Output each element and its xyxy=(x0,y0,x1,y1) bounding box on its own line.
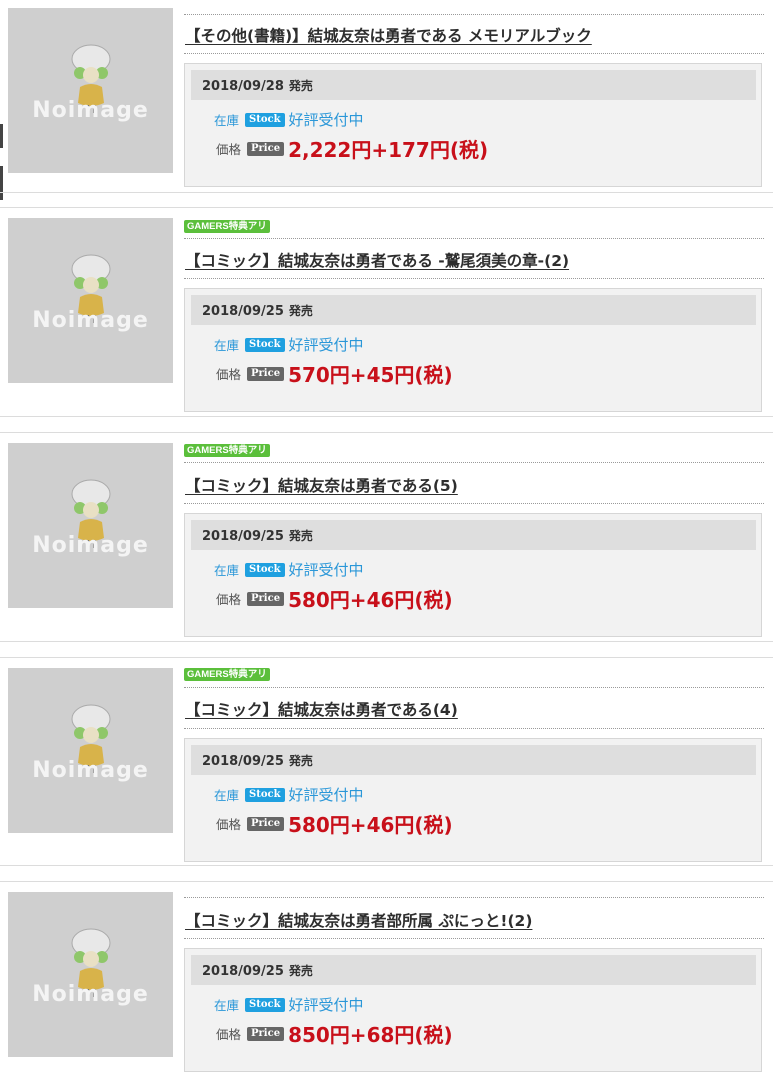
left-edge-fragment xyxy=(0,166,3,200)
stock-label: 在庫 xyxy=(214,563,240,578)
price-value: 570円+45円(税) xyxy=(288,363,453,387)
divider xyxy=(184,728,764,729)
product-thumbnail[interactable]: Noimage xyxy=(8,668,173,833)
product-thumbnail[interactable]: Noimage xyxy=(8,892,173,1057)
price-label: 価格 xyxy=(216,592,242,607)
item-separator xyxy=(0,641,773,642)
product-info-box: 2018/09/25 発売 在庫 Stock 好評受付中 価格 Price 580円+46… xyxy=(184,513,762,637)
price-label: 価格 xyxy=(216,367,242,382)
stock-row: 在庫 Stock 好評受付中 xyxy=(214,784,364,804)
price-tag: Price xyxy=(247,366,285,381)
stock-status: 好評受付中 xyxy=(288,336,364,354)
product-info-box: 2018/09/25 発売 在庫 Stock 好評受付中 価格 Price 570円+45… xyxy=(184,288,762,412)
release-date: 2018/09/25 発売 xyxy=(202,529,313,544)
stock-status: 好評受付中 xyxy=(288,561,364,579)
stock-label: 在庫 xyxy=(214,998,240,1013)
price-row: 価格 Price 2,222円+177円(税) xyxy=(216,134,488,162)
release-date-bar: 2018/09/25 発売 xyxy=(191,745,756,775)
no-image-label: Noimage xyxy=(32,982,149,1007)
divider xyxy=(184,503,764,504)
product-thumbnail[interactable]: Noimage xyxy=(8,443,173,608)
price-value: 850円+68円(税) xyxy=(288,1023,453,1047)
left-edge-fragment xyxy=(0,124,3,148)
product-thumbnail[interactable]: Noimage xyxy=(8,218,173,383)
stock-tag: Stock xyxy=(245,337,285,352)
stock-label: 在庫 xyxy=(214,338,240,353)
price-tag: Price xyxy=(247,1026,285,1041)
product-info-box: 2018/09/25 発売 在庫 Stock 好評受付中 価格 Price 580円+46… xyxy=(184,738,762,862)
release-date-bar: 2018/09/25 発売 xyxy=(191,295,756,325)
divider xyxy=(184,238,764,239)
price-label: 価格 xyxy=(216,142,242,157)
stock-label: 在庫 xyxy=(214,788,240,803)
price-tag: Price xyxy=(247,591,285,606)
gamers-bonus-badge: GAMERS特典アリ xyxy=(184,668,270,681)
no-image-label: Noimage xyxy=(32,533,149,558)
release-date: 2018/09/25 発売 xyxy=(202,964,313,979)
item-separator xyxy=(0,657,773,658)
gamers-bonus-badge: GAMERS特典アリ xyxy=(184,444,270,457)
divider xyxy=(184,278,764,279)
product-title-link[interactable]: 【コミック】結城友奈は勇者部所属 ぷにっと!(2) xyxy=(185,909,532,931)
price-value: 2,222円+177円(税) xyxy=(288,138,489,162)
stock-tag: Stock xyxy=(245,787,285,802)
stock-row: 在庫 Stock 好評受付中 xyxy=(214,334,364,354)
release-date-bar: 2018/09/25 発売 xyxy=(191,955,756,985)
divider xyxy=(184,938,764,939)
price-label: 価格 xyxy=(216,1027,242,1042)
price-row: 価格 Price 850円+68円(税) xyxy=(216,1019,453,1047)
product-title-link[interactable]: 【コミック】結城友奈は勇者である(4) xyxy=(185,698,458,720)
release-date-bar: 2018/09/28 発売 xyxy=(191,70,756,100)
divider xyxy=(184,687,764,688)
price-value: 580円+46円(税) xyxy=(288,588,453,612)
item-separator xyxy=(0,865,773,866)
release-date: 2018/09/25 発売 xyxy=(202,754,313,769)
stock-label: 在庫 xyxy=(214,113,240,128)
product-title-link[interactable]: 【コミック】結城友奈は勇者である(5) xyxy=(185,474,458,496)
price-row: 価格 Price 580円+46円(税) xyxy=(216,584,453,612)
release-date-bar: 2018/09/25 発売 xyxy=(191,520,756,550)
stock-tag: Stock xyxy=(245,112,285,127)
stock-tag: Stock xyxy=(245,562,285,577)
price-row: 価格 Price 570円+45円(税) xyxy=(216,359,453,387)
price-tag: Price xyxy=(247,816,285,831)
item-separator xyxy=(0,881,773,882)
product-title-link[interactable]: 【コミック】結城友奈は勇者である -鷲尾須美の章-(2) xyxy=(185,249,569,271)
stock-row: 在庫 Stock 好評受付中 xyxy=(214,109,364,129)
item-separator xyxy=(0,192,773,193)
stock-status: 好評受付中 xyxy=(288,996,364,1014)
product-info-box: 2018/09/25 発売 在庫 Stock 好評受付中 価格 Price 850円+68… xyxy=(184,948,762,1072)
stock-row: 在庫 Stock 好評受付中 xyxy=(214,559,364,579)
release-date: 2018/09/28 発売 xyxy=(202,79,313,94)
stock-status: 好評受付中 xyxy=(288,111,364,129)
divider xyxy=(184,462,764,463)
divider xyxy=(184,14,764,15)
product-thumbnail[interactable]: Noimage xyxy=(8,8,173,173)
item-separator xyxy=(0,416,773,417)
price-label: 価格 xyxy=(216,817,242,832)
price-tag: Price xyxy=(247,141,285,156)
gamers-bonus-badge: GAMERS特典アリ xyxy=(184,220,270,233)
item-separator xyxy=(0,432,773,433)
price-value: 580円+46円(税) xyxy=(288,813,453,837)
price-row: 価格 Price 580円+46円(税) xyxy=(216,809,453,837)
divider xyxy=(184,897,764,898)
release-date: 2018/09/25 発売 xyxy=(202,304,313,319)
stock-status: 好評受付中 xyxy=(288,786,364,804)
no-image-label: Noimage xyxy=(32,308,149,333)
stock-tag: Stock xyxy=(245,997,285,1012)
no-image-label: Noimage xyxy=(32,758,149,783)
stock-row: 在庫 Stock 好評受付中 xyxy=(214,994,364,1014)
product-info-box: 2018/09/28 発売 在庫 Stock 好評受付中 価格 Price 2,222円+… xyxy=(184,63,762,187)
product-title-link[interactable]: 【その他(書籍)】結城友奈は勇者である メモリアルブック xyxy=(185,24,592,46)
no-image-label: Noimage xyxy=(32,98,149,123)
divider xyxy=(184,53,764,54)
item-separator xyxy=(0,207,773,208)
